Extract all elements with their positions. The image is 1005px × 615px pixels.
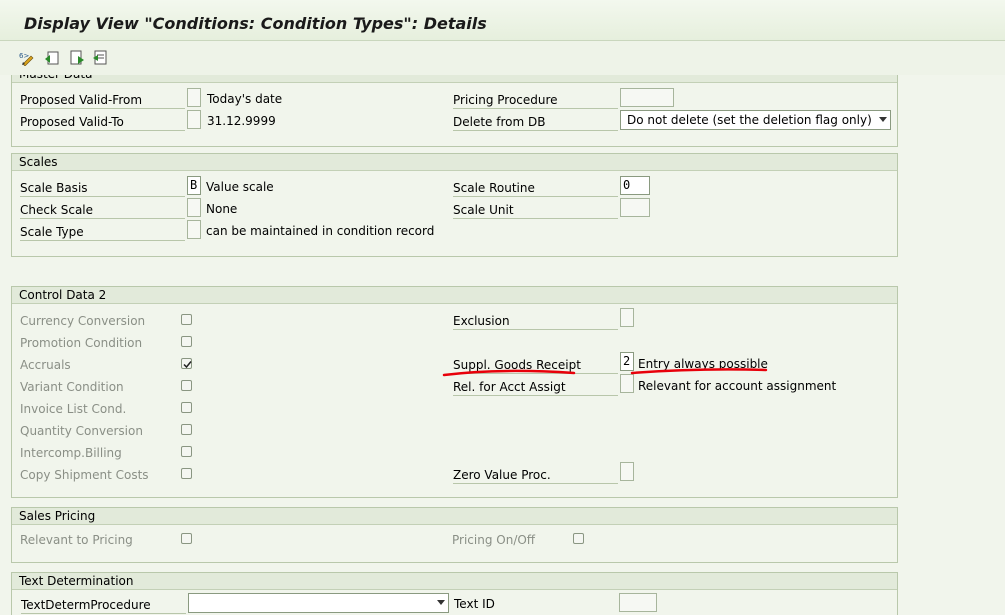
group-header: Text Determination <box>12 573 897 590</box>
application-toolbar: 6> <box>0 41 1005 75</box>
label-text-id: Text ID <box>454 597 495 611</box>
checkmark-icon <box>183 361 192 369</box>
currency-conversion-checkbox[interactable] <box>181 314 192 325</box>
display-change-icon[interactable]: 6> <box>19 50 35 67</box>
group-header: Sales Pricing <box>12 508 897 525</box>
label-proposed-valid-to: Proposed Valid-To <box>20 112 185 131</box>
promotion-condition-checkbox[interactable] <box>181 336 192 347</box>
label-intercomp-billing: Intercomp.Billing <box>20 446 122 460</box>
label-proposed-valid-from: Proposed Valid-From <box>20 90 185 109</box>
scale-type-text: can be maintained in condition record <box>206 224 435 238</box>
page-title: Display View "Conditions: Condition Type… <box>24 14 487 33</box>
copy-shipment-costs-checkbox[interactable] <box>181 468 192 479</box>
previous-entry-icon[interactable] <box>92 50 108 66</box>
pricing-procedure-field[interactable] <box>620 88 674 107</box>
delete-from-db-dropdown[interactable]: Do not delete (set the deletion flag onl… <box>620 110 891 130</box>
relevant-to-pricing-checkbox[interactable] <box>181 533 192 544</box>
label-delete-from-db: Delete from DB <box>453 112 618 131</box>
proposed-valid-from-text: Today's date <box>207 92 283 106</box>
underline-entry-always-possible <box>630 368 768 375</box>
label-currency-conversion: Currency Conversion <box>20 314 146 328</box>
quantity-conversion-checkbox[interactable] <box>181 424 192 435</box>
group-sales-pricing: Sales Pricing Relevant to Pricing Pricin… <box>11 507 898 563</box>
label-variant-condition: Variant Condition <box>20 380 124 394</box>
group-text-determination: Text Determination TextDetermProcedure T… <box>11 572 898 615</box>
red-underline-annotation <box>442 368 768 377</box>
scale-type-field[interactable] <box>187 220 201 239</box>
group-header: Master Data <box>12 75 897 83</box>
proposed-valid-to-text: 31.12.9999 <box>207 114 276 128</box>
label-scale-basis: Scale Basis <box>20 178 185 197</box>
group-scales: Scales Scale Basis B Value scale Check S… <box>11 153 898 257</box>
accruals-checkbox[interactable] <box>181 358 192 369</box>
text-id-field[interactable] <box>619 593 657 612</box>
variant-condition-checkbox[interactable] <box>181 380 192 391</box>
intercomp-billing-checkbox[interactable] <box>181 446 192 457</box>
exclusion-field[interactable] <box>620 308 634 327</box>
label-check-scale: Check Scale <box>20 200 185 219</box>
label-accruals: Accruals <box>20 358 71 372</box>
label-copy-shipment-costs: Copy Shipment Costs <box>20 468 149 482</box>
label-pricing-procedure: Pricing Procedure <box>453 90 618 109</box>
label-zero-value-proc: Zero Value Proc. <box>453 465 618 484</box>
next-entry-icon[interactable] <box>69 50 85 66</box>
label-invoice-list-cond: Invoice List Cond. <box>20 402 127 416</box>
delete-from-db-value: Do not delete (set the deletion flag onl… <box>627 113 872 127</box>
scale-basis-text: Value scale <box>206 180 274 194</box>
scale-unit-field[interactable] <box>620 198 650 217</box>
scale-routine-field[interactable]: 0 <box>620 176 650 195</box>
text-determ-procedure-dropdown[interactable] <box>188 593 449 613</box>
label-relevant-to-pricing: Relevant to Pricing <box>20 533 133 547</box>
zero-value-proc-field[interactable] <box>620 462 634 481</box>
group-header: Control Data 2 <box>12 287 897 304</box>
underline-suppl-goods-receipt <box>442 369 576 377</box>
scale-basis-field[interactable]: B <box>187 176 201 195</box>
group-header: Scales <box>12 154 897 171</box>
chevron-down-icon[interactable] <box>879 117 887 122</box>
check-scale-field[interactable] <box>187 198 201 217</box>
content-area: Master Data Proposed Valid-From Today's … <box>0 75 1005 615</box>
label-scale-routine: Scale Routine <box>453 178 618 197</box>
label-promotion-condition: Promotion Condition <box>20 336 143 350</box>
label-scale-type: Scale Type <box>20 222 185 241</box>
label-text-determ-procedure: TextDetermProcedure <box>21 595 186 614</box>
group-control-data-2: Control Data 2 Currency Conversion Promo… <box>11 286 898 498</box>
label-pricing-on-off: Pricing On/Off <box>452 533 536 547</box>
title-bar: Display View "Conditions: Condition Type… <box>0 0 1005 41</box>
undo-icon[interactable] <box>44 50 60 66</box>
proposed-valid-from-field[interactable] <box>187 88 201 107</box>
label-quantity-conversion: Quantity Conversion <box>20 424 143 438</box>
label-exclusion: Exclusion <box>453 311 618 330</box>
label-scale-unit: Scale Unit <box>453 200 618 219</box>
group-master-data: Master Data Proposed Valid-From Today's … <box>11 75 898 147</box>
invoice-list-cond-checkbox[interactable] <box>181 402 192 413</box>
pricing-on-off-checkbox[interactable] <box>573 533 584 544</box>
chevron-down-icon[interactable] <box>437 600 445 605</box>
check-scale-text: None <box>206 202 238 216</box>
proposed-valid-to-field[interactable] <box>187 110 201 129</box>
